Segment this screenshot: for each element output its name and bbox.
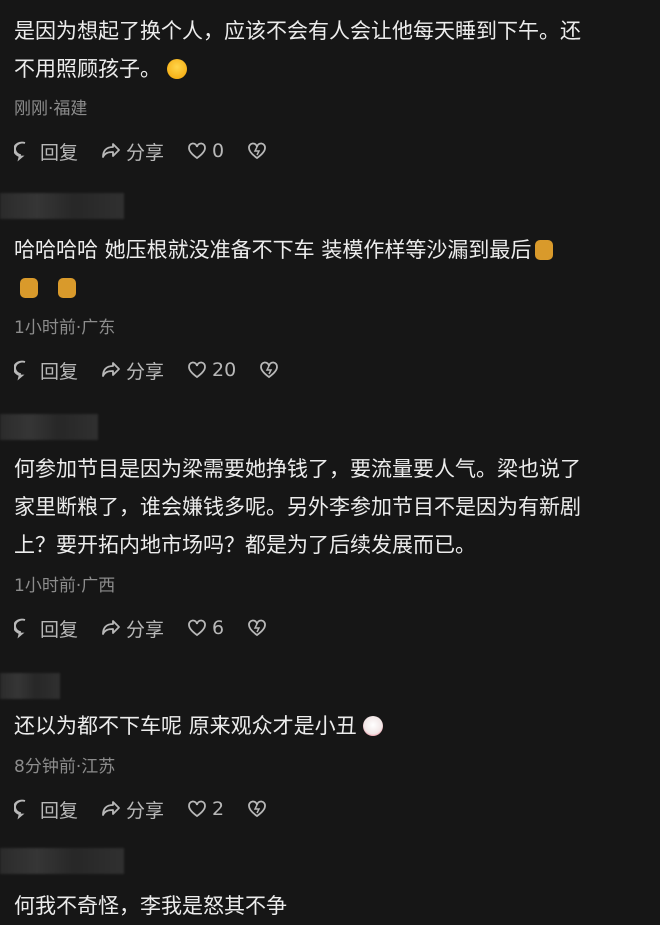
like-icon [188,619,206,637]
reply-button[interactable]: 回复 [14,138,78,165]
share-icon [102,801,120,816]
like-count: 0 [212,140,225,162]
reply-icon [14,799,26,820]
reply-icon [14,618,26,639]
reply-button[interactable]: 回复 [14,357,78,384]
like-button[interactable]: 0 [186,140,224,162]
laughing-emoji-icon [167,59,187,79]
reply-button[interactable]: 回复 [14,615,78,642]
dog-emoji-icon [58,278,76,298]
dislike-button[interactable] [246,140,272,162]
like-icon [188,142,206,160]
clown-emoji-icon [362,716,383,736]
blurred-username[interactable] [0,848,124,874]
share-button[interactable]: 分享 [100,796,164,823]
comment-meta: 刚刚·福建 [14,99,88,119]
like-button[interactable]: 2 [186,798,224,820]
dislike-icon [248,619,267,637]
dislike-icon [248,800,267,818]
like-count: 20 [212,359,237,381]
comment-actions: 回复 分享 2 [14,796,294,822]
comment-text: 何我不奇怪，李我是怒其不争 [14,894,287,918]
reply-icon [14,360,26,381]
like-count: 6 [212,617,225,639]
comment-meta: 8分钟前·江苏 [14,757,116,777]
like-icon [188,800,206,818]
like-button[interactable]: 20 [186,359,236,381]
blurred-username[interactable] [0,673,60,699]
dislike-icon [260,361,279,379]
like-count: 2 [212,798,225,820]
dislike-button[interactable] [258,359,284,381]
comment-actions: 回复 分享 0 [14,138,294,164]
share-button[interactable]: 分享 [100,615,164,642]
reply-icon [14,141,26,162]
comment-meta: 1小时前·广西 [14,576,116,596]
dislike-icon [248,142,267,160]
blurred-username[interactable] [0,193,124,219]
comment-text: 哈哈哈哈 她压根就没准备不下车 装模作样等沙漏到最后 [14,231,660,307]
share-icon [102,143,120,158]
reply-button[interactable]: 回复 [14,796,78,823]
comment-text: 还以为都不下车呢 原来观众才是小丑 [14,707,660,745]
share-icon [102,620,120,635]
like-icon [188,361,206,379]
dog-emoji-icon [535,240,554,260]
comment-text: 是因为想起了换个人，应该不会有人会让他每天睡到下午。还 不用照顾孩子。 [14,19,581,81]
share-icon [102,362,120,377]
like-button[interactable]: 6 [186,617,224,639]
comment-actions: 回复 分享 6 [14,615,294,641]
comment-meta: 1小时前·广东 [14,318,116,338]
dislike-button[interactable] [246,617,272,639]
share-button[interactable]: 分享 [100,357,164,384]
dislike-button[interactable] [246,798,272,820]
comment-text: 何参加节目是因为梁需要她挣钱了，要流量要人气。梁也说了 家里断粮了，谁会嫌钱多呢… [14,457,581,557]
dog-emoji-icon [20,278,38,298]
share-button[interactable]: 分享 [100,138,164,165]
comment-actions: 回复 分享 20 [14,357,306,383]
blurred-username[interactable] [0,414,98,440]
